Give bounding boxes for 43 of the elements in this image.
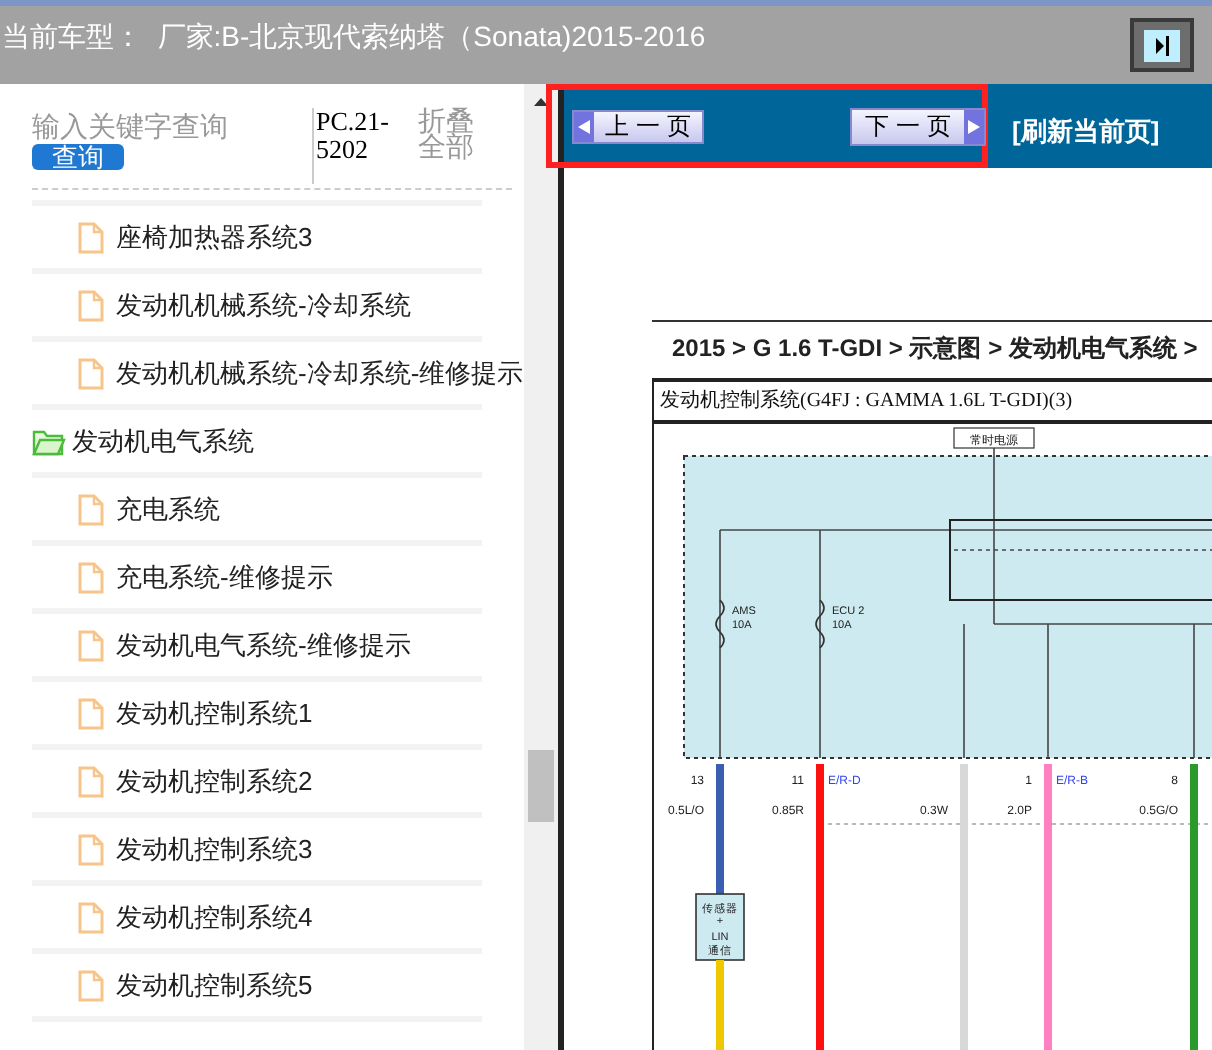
scrollbar[interactable] [524,84,558,1050]
document-icon [78,833,104,865]
tree-item[interactable]: 发动机控制系统1 [116,693,313,733]
toggle-panel-button[interactable] [1130,18,1194,72]
tree-item[interactable]: 充电系统 [116,489,220,529]
diagram-title: 发动机控制系统(G4FJ : GAMMA 1.6L T-GDI)(3) [654,382,1212,424]
tree-item[interactable]: 发动机控制系统2 [116,761,313,801]
tree-item[interactable]: 充电系统-维修提示 [116,557,333,597]
power-label-frame [953,427,1035,449]
scroll-up-icon [534,98,548,106]
fuse-symbol [715,599,725,649]
document-icon [78,561,104,593]
vehicle-model-text: 当前车型： 厂家:B-北京现代索纳塔（Sonata)2015-2016 [2,18,706,56]
folder-icon [32,427,66,455]
sensor-box [695,893,745,961]
fuse-symbol [815,599,825,649]
tree-item[interactable]: 发动机机械系统-冷却系统-维修提示 [116,353,524,393]
tree-folder[interactable]: 发动机电气系统 [72,421,254,461]
document-icon [78,697,104,729]
search-button[interactable]: 查询 [32,144,124,170]
document-icon [78,493,104,525]
tree-item[interactable]: 发动机控制系统4 [116,897,313,937]
scrollbar-thumb[interactable] [528,750,554,822]
tree-item[interactable]: 发动机机械系统-冷却系统 [116,285,411,325]
document-icon [78,221,104,253]
document-icon [78,765,104,797]
document-icon [78,969,104,1001]
document-icon [78,289,104,321]
right-arrow-icon [968,119,980,133]
document-icon [78,901,104,933]
next-page-button[interactable]: 下 一 页 [850,107,986,145]
tree-item[interactable]: 座椅加热器系统3 [116,217,313,257]
document-icon [78,629,104,661]
tree-item[interactable]: 发动机控制系统5 [116,965,313,1005]
breadcrumb: 2015 > G 1.6 T-GDI > 示意图 > 发动机电气系统 > [672,332,1200,366]
wire [716,960,724,1050]
document-icon [78,357,104,389]
code-label: PC.21-5202 [312,108,400,184]
tree-item[interactable]: 发动机控制系统3 [116,829,313,869]
left-arrow-icon [578,119,590,133]
tree-item[interactable]: 发动机电气系统-维修提示 [116,625,411,665]
refresh-page-link[interactable]: [刷新当前页] [1012,112,1160,152]
previous-page-button[interactable]: 上 一 页 [572,109,704,143]
